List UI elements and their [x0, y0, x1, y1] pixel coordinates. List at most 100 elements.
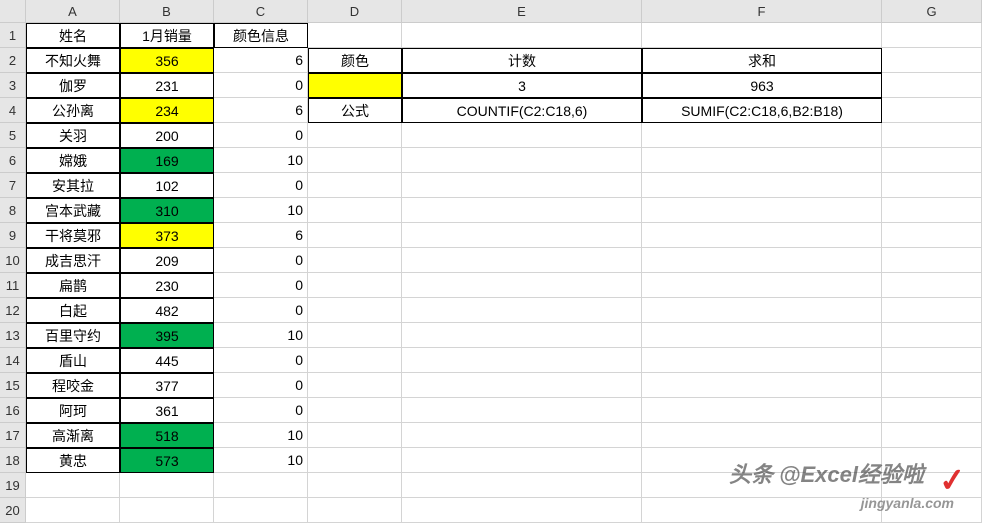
- cell-A7[interactable]: 安其拉: [26, 173, 120, 198]
- cell-C7[interactable]: 0: [214, 173, 308, 198]
- cell-A8[interactable]: 宫本武藏: [26, 198, 120, 223]
- row-header-14[interactable]: 14: [0, 348, 26, 373]
- cell-B7[interactable]: 102: [120, 173, 214, 198]
- cell-C20[interactable]: [214, 498, 308, 523]
- cell-D10[interactable]: [308, 248, 402, 273]
- cell-C8[interactable]: 10: [214, 198, 308, 223]
- cell-E14[interactable]: [402, 348, 642, 373]
- cell-B20[interactable]: [120, 498, 214, 523]
- cell-B6[interactable]: 169: [120, 148, 214, 173]
- cell-E16[interactable]: [402, 398, 642, 423]
- cell-E6[interactable]: [402, 148, 642, 173]
- cell-E11[interactable]: [402, 273, 642, 298]
- cell-A11[interactable]: 扁鹊: [26, 273, 120, 298]
- cell-F8[interactable]: [642, 198, 882, 223]
- cell-G5[interactable]: [882, 123, 982, 148]
- cell-F13[interactable]: [642, 323, 882, 348]
- cell-F15[interactable]: [642, 373, 882, 398]
- cell-C17[interactable]: 10: [214, 423, 308, 448]
- cell-B19[interactable]: [120, 473, 214, 498]
- cell-F3[interactable]: 963: [642, 73, 882, 98]
- cell-C10[interactable]: 0: [214, 248, 308, 273]
- cell-G7[interactable]: [882, 173, 982, 198]
- row-header-6[interactable]: 6: [0, 148, 26, 173]
- cell-C18[interactable]: 10: [214, 448, 308, 473]
- cell-B15[interactable]: 377: [120, 373, 214, 398]
- cell-F16[interactable]: [642, 398, 882, 423]
- cell-A10[interactable]: 成吉思汗: [26, 248, 120, 273]
- cell-D5[interactable]: [308, 123, 402, 148]
- cell-F1[interactable]: [642, 23, 882, 48]
- cell-E17[interactable]: [402, 423, 642, 448]
- cell-D3[interactable]: [308, 73, 402, 98]
- cell-E7[interactable]: [402, 173, 642, 198]
- cell-G19[interactable]: [882, 473, 982, 498]
- row-header-15[interactable]: 15: [0, 373, 26, 398]
- cell-G2[interactable]: [882, 48, 982, 73]
- cell-C14[interactable]: 0: [214, 348, 308, 373]
- cell-C4[interactable]: 6: [214, 98, 308, 123]
- cell-D2[interactable]: 颜色: [308, 48, 402, 73]
- cell-A9[interactable]: 干将莫邪: [26, 223, 120, 248]
- row-header-13[interactable]: 13: [0, 323, 26, 348]
- cell-F18[interactable]: [642, 448, 882, 473]
- cell-A4[interactable]: 公孙离: [26, 98, 120, 123]
- cell-G6[interactable]: [882, 148, 982, 173]
- cell-B5[interactable]: 200: [120, 123, 214, 148]
- cell-F7[interactable]: [642, 173, 882, 198]
- cell-D13[interactable]: [308, 323, 402, 348]
- cell-A18[interactable]: 黄忠: [26, 448, 120, 473]
- cell-G13[interactable]: [882, 323, 982, 348]
- cell-C6[interactable]: 10: [214, 148, 308, 173]
- cell-A14[interactable]: 盾山: [26, 348, 120, 373]
- cell-G18[interactable]: [882, 448, 982, 473]
- row-header-17[interactable]: 17: [0, 423, 26, 448]
- col-header-G[interactable]: G: [882, 0, 982, 23]
- cell-B18[interactable]: 573: [120, 448, 214, 473]
- cell-G15[interactable]: [882, 373, 982, 398]
- cell-D8[interactable]: [308, 198, 402, 223]
- cell-C2[interactable]: 6: [214, 48, 308, 73]
- col-header-A[interactable]: A: [26, 0, 120, 23]
- cell-B8[interactable]: 310: [120, 198, 214, 223]
- cell-F10[interactable]: [642, 248, 882, 273]
- row-header-18[interactable]: 18: [0, 448, 26, 473]
- cell-G11[interactable]: [882, 273, 982, 298]
- row-header-12[interactable]: 12: [0, 298, 26, 323]
- cell-B2[interactable]: 356: [120, 48, 214, 73]
- cell-C3[interactable]: 0: [214, 73, 308, 98]
- cell-B9[interactable]: 373: [120, 223, 214, 248]
- cell-E10[interactable]: [402, 248, 642, 273]
- cell-E15[interactable]: [402, 373, 642, 398]
- cell-F17[interactable]: [642, 423, 882, 448]
- cell-A2[interactable]: 不知火舞: [26, 48, 120, 73]
- cell-E5[interactable]: [402, 123, 642, 148]
- cell-C1[interactable]: 颜色信息: [214, 23, 308, 48]
- cell-G9[interactable]: [882, 223, 982, 248]
- row-header-3[interactable]: 3: [0, 73, 26, 98]
- cell-F6[interactable]: [642, 148, 882, 173]
- cell-B12[interactable]: 482: [120, 298, 214, 323]
- cell-A17[interactable]: 高渐离: [26, 423, 120, 448]
- cell-F12[interactable]: [642, 298, 882, 323]
- cell-D15[interactable]: [308, 373, 402, 398]
- cell-C13[interactable]: 10: [214, 323, 308, 348]
- cell-G3[interactable]: [882, 73, 982, 98]
- row-header-11[interactable]: 11: [0, 273, 26, 298]
- cell-F5[interactable]: [642, 123, 882, 148]
- cell-B11[interactable]: 230: [120, 273, 214, 298]
- cell-G4[interactable]: [882, 98, 982, 123]
- cell-A13[interactable]: 百里守约: [26, 323, 120, 348]
- cell-D4[interactable]: 公式: [308, 98, 402, 123]
- cell-D19[interactable]: [308, 473, 402, 498]
- col-header-C[interactable]: C: [214, 0, 308, 23]
- cell-E1[interactable]: [402, 23, 642, 48]
- cell-B16[interactable]: 361: [120, 398, 214, 423]
- cell-F2[interactable]: 求和: [642, 48, 882, 73]
- cell-G8[interactable]: [882, 198, 982, 223]
- cell-B1[interactable]: 1月销量: [120, 23, 214, 48]
- col-header-F[interactable]: F: [642, 0, 882, 23]
- cell-F20[interactable]: [642, 498, 882, 523]
- col-header-D[interactable]: D: [308, 0, 402, 23]
- cell-F11[interactable]: [642, 273, 882, 298]
